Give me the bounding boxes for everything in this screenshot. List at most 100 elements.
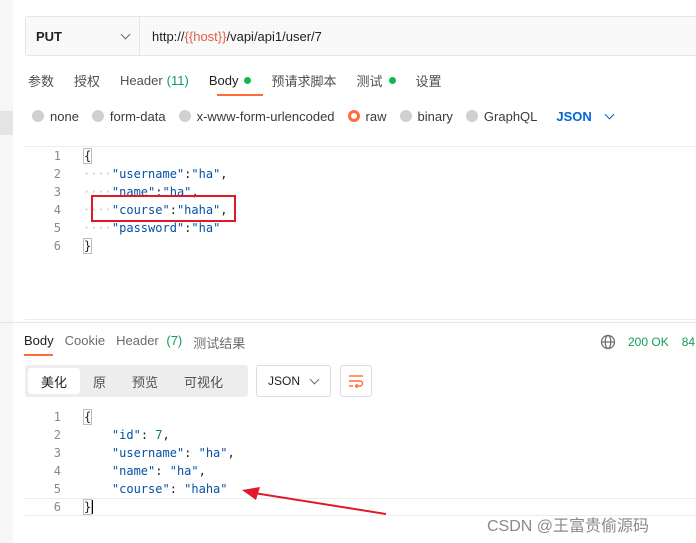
- radio-urlencoded[interactable]: x-www-form-urlencoded: [178, 108, 335, 124]
- json-key: "username": [111, 167, 185, 181]
- sidebar-strip: [0, 0, 13, 543]
- response-time[interactable]: 84: [682, 335, 695, 349]
- url-prefix: http://: [152, 28, 185, 44]
- json-key: "course": [111, 482, 170, 496]
- resp-tab-cookie[interactable]: Cookie: [65, 333, 105, 351]
- tab-prescript[interactable]: 预请求脚本: [271, 70, 336, 90]
- url-path: /vapi/api1/user/7: [226, 28, 322, 44]
- chevron-down-icon: [120, 29, 131, 39]
- wrap-lines-button[interactable]: [340, 365, 372, 397]
- line-number: 6: [53, 239, 61, 253]
- tab-auth-label: 授权: [74, 73, 101, 89]
- radio-circle-icon: [32, 110, 44, 122]
- code-line: 4 "name": "ha",: [25, 462, 696, 480]
- tab-body-label: Body: [208, 72, 239, 88]
- tab-prescript-label: 预请求脚本: [271, 73, 337, 89]
- line-number: 2: [53, 167, 61, 181]
- request-tabs: 参数 授权 Header (11) Body 预请求脚本 测试 设置: [28, 70, 462, 90]
- json-value: "ha": [169, 464, 199, 478]
- response-format-select[interactable]: JSON: [256, 365, 331, 397]
- chevron-down-icon: [604, 109, 615, 119]
- status-code[interactable]: 200 OK: [628, 335, 669, 349]
- resp-tab-body[interactable]: Body: [24, 333, 54, 351]
- language-select-label: JSON: [556, 108, 592, 124]
- tests-indicator-dot: [388, 76, 396, 84]
- tab-auth[interactable]: 授权: [74, 70, 100, 90]
- json-brace-close: }: [83, 498, 93, 515]
- tab-tests-label: 测试: [356, 73, 383, 89]
- radio-binary-label: binary: [417, 108, 453, 124]
- tab-header-count: (11): [166, 72, 189, 88]
- radio-none[interactable]: none: [32, 109, 79, 124]
- radio-raw[interactable]: raw: [347, 108, 387, 124]
- tab-header[interactable]: Header (11): [120, 70, 189, 90]
- line-number: 1: [53, 410, 61, 424]
- json-value: "ha": [191, 167, 221, 181]
- tab-settings[interactable]: 设置: [416, 70, 442, 90]
- line-number: 2: [53, 428, 61, 442]
- response-format-label: JSON: [268, 374, 301, 388]
- annotation-arrow: [242, 487, 387, 515]
- json-brace-open: {: [83, 409, 93, 425]
- radio-circle-icon: [178, 110, 191, 122]
- globe-icon[interactable]: [600, 334, 616, 350]
- json-value: "ha": [191, 221, 221, 235]
- line-number: 4: [53, 203, 61, 217]
- radio-circle-icon: [465, 110, 478, 122]
- line-number: 3: [53, 185, 61, 199]
- method-select[interactable]: PUT: [26, 17, 140, 55]
- radio-none-label: none: [50, 108, 79, 124]
- tab-body[interactable]: Body: [209, 70, 252, 90]
- json-brace-open: {: [83, 148, 93, 164]
- json-key: "name": [111, 464, 156, 478]
- pane-divider[interactable]: [0, 322, 696, 323]
- tab-params-label: 参数: [28, 73, 55, 89]
- request-url-bar: PUT http://{{host}}/vapi/api1/user/7: [25, 16, 696, 56]
- line-number: 5: [53, 221, 61, 235]
- json-key: "username": [111, 446, 185, 460]
- resp-tab-header[interactable]: Header (7): [116, 333, 182, 351]
- view-pretty-button[interactable]: 美化: [28, 368, 81, 394]
- view-raw-button[interactable]: 原: [80, 368, 119, 394]
- watermark: CSDN @王富贵偷源码: [487, 518, 650, 535]
- json-brace-close: }: [83, 238, 93, 254]
- response-tabs: Body Cookie Header (7) 测试结果: [24, 333, 256, 351]
- radio-circle-icon: [91, 110, 104, 122]
- view-preview-button[interactable]: 预览: [119, 368, 171, 394]
- tab-params[interactable]: 参数: [28, 70, 54, 90]
- radio-form-data[interactable]: form-data: [91, 108, 166, 124]
- line-number: 3: [53, 446, 61, 460]
- line-number: 1: [53, 149, 61, 163]
- radio-urlencoded-label: x-www-form-urlencoded: [196, 108, 335, 124]
- wrap-lines-icon: [349, 375, 364, 388]
- radio-checked-icon: [347, 110, 360, 122]
- chevron-down-icon: [309, 374, 320, 384]
- code-line: 2 ····"username":"ha",: [25, 165, 696, 183]
- resp-tab-results[interactable]: 测试结果: [193, 333, 245, 351]
- radio-graphql-label: GraphQL: [483, 108, 538, 124]
- line-number: 5: [53, 482, 61, 496]
- tab-tests[interactable]: 测试: [356, 70, 396, 90]
- response-status: 200 OK 84: [600, 334, 695, 350]
- body-indicator-dot: [244, 76, 252, 84]
- json-value: "haha": [184, 482, 228, 496]
- radio-raw-label: raw: [365, 108, 387, 124]
- json-key: "id": [111, 428, 141, 442]
- request-body-editor[interactable]: 1 { 2 ····"username":"ha", 3 ····"name":…: [25, 146, 696, 320]
- resp-active-tab-underline: [24, 354, 53, 356]
- radio-binary[interactable]: binary: [399, 108, 453, 124]
- response-view-toggle: 美化 原 预览 可视化: [25, 365, 248, 397]
- code-line: 1 {: [25, 408, 696, 426]
- radio-graphql[interactable]: GraphQL: [465, 108, 538, 124]
- resp-tab-header-count: (7): [166, 333, 183, 348]
- view-visualize-button[interactable]: 可视化: [171, 368, 236, 394]
- json-value: 7: [155, 428, 163, 442]
- radio-form-data-label: form-data: [109, 108, 166, 124]
- active-tab-underline: [217, 94, 263, 96]
- tab-header-label: Header: [120, 72, 163, 88]
- url-input[interactable]: http://{{host}}/vapi/api1/user/7: [140, 29, 322, 44]
- json-key: "password": [111, 221, 185, 235]
- language-select[interactable]: JSON: [556, 108, 615, 124]
- line-number: 4: [53, 464, 61, 478]
- sidebar-strip-highlight: [0, 111, 13, 135]
